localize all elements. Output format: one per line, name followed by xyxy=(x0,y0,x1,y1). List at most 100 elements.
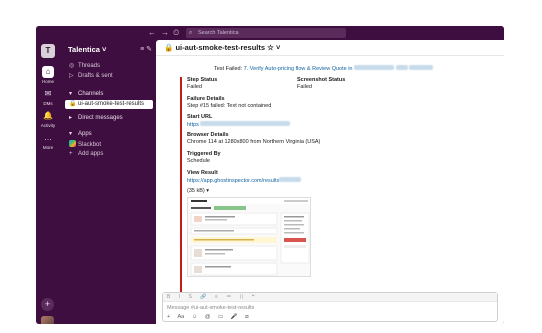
message-input[interactable]: Message #ui-aut-smoke-test-results xyxy=(167,305,487,312)
send-icon: ▷ xyxy=(69,73,74,79)
attachment-block: Step Status Failed Screenshot Status Fai… xyxy=(180,77,440,299)
channel-sidebar: Talentica ˅ ≡ ✎ ◎ Threads ▷ Drafts & sent … xyxy=(60,40,156,324)
sidebar-section-apps[interactable]: ▾ Apps xyxy=(65,130,153,139)
ordered-list-icon[interactable]: ≡ xyxy=(215,294,218,300)
sidebar-section-label: Apps xyxy=(78,131,92,137)
attach-icon[interactable]: + xyxy=(167,314,170,320)
test-failed-line: Test Failed: 7. Verify Auto-pricing flow… xyxy=(214,65,434,73)
start-url-link[interactable]: https xyxy=(187,122,199,128)
status-row: Step Status Failed Screenshot Status Fai… xyxy=(187,77,440,96)
threads-icon: ◎ xyxy=(69,63,75,69)
message-composer: B I S 🔗 ≡ ≔ ⟨⟩ ❝ Message #ui-aut-smoke-t… xyxy=(162,292,498,322)
screenshot-status-label: Screenshot Status xyxy=(297,77,346,83)
search-icon: ⌕ xyxy=(189,30,193,36)
sidebar-item-drafts[interactable]: ▷ Drafts & sent xyxy=(65,72,153,81)
view-result-row: https://app.ghostinspector.com/results xyxy=(187,177,440,185)
screenshot-status: Screenshot Status Failed xyxy=(297,77,345,91)
failure-details-value: Step #15 failed: Text not contained xyxy=(187,103,272,109)
main-pane: 🔒 ui-aut-smoke-test-results ☆ ˅ Test Fai… xyxy=(156,40,504,324)
rail-item-activity[interactable]: 🔔 Activity xyxy=(36,110,60,128)
search-bar[interactable]: ⌕ Search Talentica xyxy=(186,28,346,38)
caret-right-icon: ▸ xyxy=(69,115,73,121)
triggered-by-label: Triggered By xyxy=(187,151,221,157)
dms-icon: ✉ xyxy=(44,89,52,98)
triggered-by: Triggered By Schedule xyxy=(187,151,440,170)
failure-details-label: Failure Details xyxy=(187,96,225,102)
plus-icon: + xyxy=(69,151,73,157)
sidebar-item-active-channel[interactable]: 🔒 ui-aut-smoke-test-results xyxy=(65,100,153,109)
sidebar-section-label: Channels xyxy=(78,91,104,97)
bullet-list-icon[interactable]: ≔ xyxy=(226,294,231,300)
emoji-icon[interactable]: ☺ xyxy=(192,314,198,320)
italic-icon[interactable]: I xyxy=(179,294,180,300)
view-result-label: View Result xyxy=(187,170,218,176)
rail-item-dms[interactable]: ✉ DMs xyxy=(36,88,60,106)
screenshot-status-value: Failed xyxy=(297,84,312,90)
video-icon[interactable]: ▭ xyxy=(218,314,223,320)
view-result: View Result https://app.ghostinspector.c… xyxy=(187,170,440,189)
more-icon: … xyxy=(44,133,52,142)
channel-title[interactable]: 🔒 ui-aut-smoke-test-results ☆ ˅ xyxy=(164,43,280,53)
sidebar-item-label: Threads xyxy=(78,63,101,69)
lock-icon: 🔒 xyxy=(69,101,77,107)
back-arrow-icon[interactable]: ← xyxy=(148,28,156,38)
sidebar-item-label: ui-aut-smoke-test-results xyxy=(78,101,145,107)
format-text-icon[interactable]: Aa xyxy=(177,314,184,320)
sidebar-section-channels[interactable]: ▾ Channels xyxy=(65,90,153,99)
file-size[interactable]: (35 kB) ▾ xyxy=(187,188,209,195)
slack-window: ← → ⏲ ⌕ Search Talentica T ⌂ Home ✉ DMs … xyxy=(36,26,504,324)
screenshot-thumbnail[interactable] xyxy=(187,197,311,277)
triggered-by-value: Schedule xyxy=(187,158,210,164)
redacted-text xyxy=(279,177,302,182)
sidebar-header-icons[interactable]: ≡ ✎ xyxy=(140,44,152,56)
sidebar-item-label: Add apps xyxy=(78,151,104,157)
shortcuts-icon[interactable]: ⧄ xyxy=(245,314,249,320)
microphone-icon[interactable]: 🎤 xyxy=(231,314,238,320)
mention-icon[interactable]: @ xyxy=(205,314,211,320)
rail-label-activity: Activity xyxy=(40,123,56,128)
bold-icon[interactable]: B xyxy=(167,294,170,300)
rail-label-home: Home xyxy=(41,79,54,84)
channel-title-suffix: ☆ ˅ xyxy=(267,43,281,52)
history-icon[interactable]: ⏲ xyxy=(173,28,179,38)
add-workspace-button[interactable]: + xyxy=(41,298,54,311)
sidebar-header: Talentica ˅ ≡ ✎ xyxy=(68,44,152,56)
test-failed-link[interactable]: 7. Verify Auto-pricing flow & Review Quo… xyxy=(244,66,353,72)
browser-details-value: Chrome 114 at 1280x800 from Northern Vir… xyxy=(187,139,321,145)
home-icon: ⌂ xyxy=(42,66,54,78)
sidebar-item-threads[interactable]: ◎ Threads xyxy=(65,62,153,71)
sidebar-item-label: Drafts & sent xyxy=(78,73,113,79)
sidebar-section-direct-messages[interactable]: ▸ Direct messages xyxy=(65,114,153,123)
rail-label-more: More xyxy=(42,145,54,150)
workspace-name[interactable]: Talentica ˅ xyxy=(68,45,106,54)
slackbot-icon xyxy=(69,140,76,147)
rail-item-more[interactable]: … More xyxy=(36,132,60,150)
quote-icon[interactable]: ❝ xyxy=(252,294,255,300)
channel-header: 🔒 ui-aut-smoke-test-results ☆ ˅ xyxy=(156,40,504,56)
redacted-text xyxy=(354,65,395,70)
sidebar-item-add-apps[interactable]: + Add apps xyxy=(65,150,153,159)
search-placeholder: Search Talentica xyxy=(198,30,239,36)
redacted-text xyxy=(395,65,408,70)
start-url: Start URL https xyxy=(187,114,440,132)
forward-arrow-icon[interactable]: → xyxy=(161,28,169,38)
strike-icon[interactable]: S xyxy=(189,294,192,300)
sidebar-item-slackbot[interactable]: Slackbot xyxy=(65,140,153,149)
caret-down-icon: ▾ xyxy=(69,91,73,97)
redacted-text xyxy=(409,65,434,70)
browser-details: Browser Details Chrome 114 at 1280x800 f… xyxy=(187,132,440,151)
bell-icon: 🔔 xyxy=(43,111,53,120)
sidebar-item-label: Slackbot xyxy=(78,142,102,148)
user-avatar[interactable] xyxy=(41,316,54,324)
code-icon[interactable]: ⟨⟩ xyxy=(240,294,244,300)
view-result-link[interactable]: https://app.ghostinspector.com/results xyxy=(187,178,279,184)
channel-name: ui-aut-smoke-test-results xyxy=(175,43,266,52)
link-icon[interactable]: 🔗 xyxy=(200,294,206,300)
workspace-avatar[interactable]: T xyxy=(41,44,55,58)
sidebar-section-label: Direct messages xyxy=(78,115,123,121)
redacted-text xyxy=(200,121,291,126)
lock-icon: 🔒 xyxy=(164,43,174,52)
rail-item-home[interactable]: ⌂ Home xyxy=(36,66,60,84)
workspace-rail: T ⌂ Home ✉ DMs 🔔 Activity … More + xyxy=(36,40,60,324)
start-url-label: Start URL xyxy=(187,114,213,120)
